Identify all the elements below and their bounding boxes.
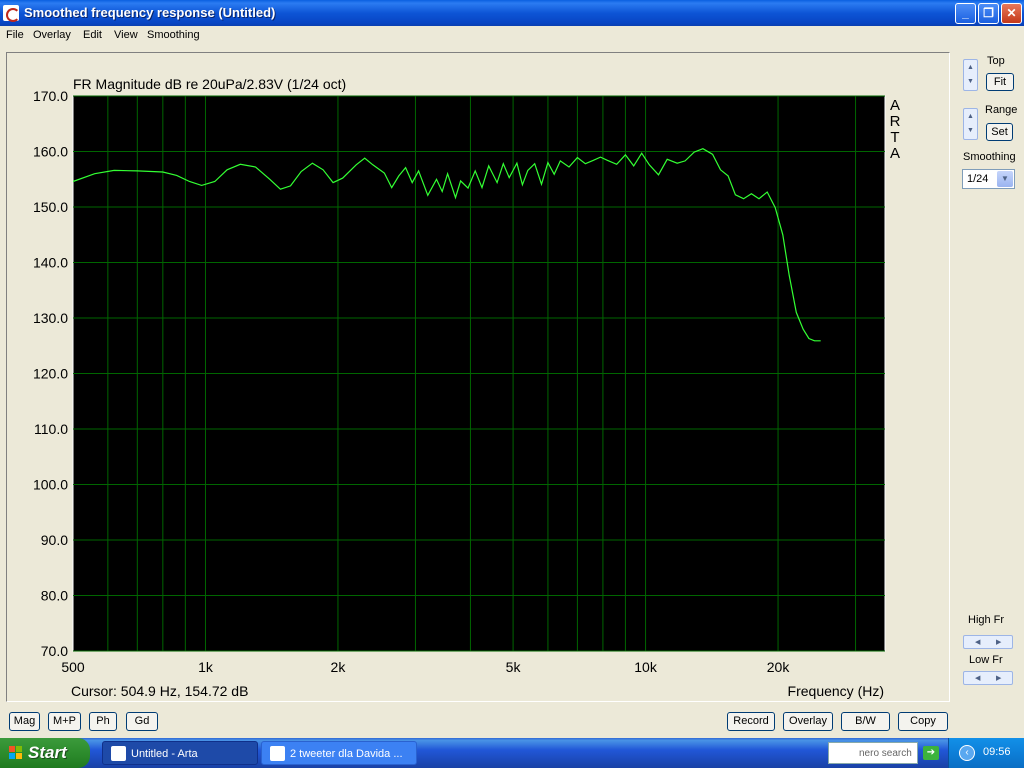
cursor-readout: Cursor: 504.9 Hz, 154.72 dB [71, 683, 248, 699]
copy-button[interactable]: Copy [898, 712, 948, 731]
left-arrow-icon[interactable]: ◀ [975, 638, 980, 646]
bw-button[interactable]: B/W [841, 712, 890, 731]
title-bar[interactable]: Smoothed frequency response (Untitled) _… [0, 0, 1024, 26]
set-button[interactable]: Set [986, 123, 1013, 141]
y-tick-label: 70.0 [41, 643, 68, 659]
menu-file[interactable]: File [6, 29, 24, 41]
clock[interactable]: 09:56 [983, 746, 1011, 758]
arta-watermark-letter: T [890, 129, 899, 146]
y-tick-label: 130.0 [33, 310, 68, 326]
smoothing-value: 1/24 [967, 173, 989, 185]
taskbar: Start Untitled - Arta 2 tweeter dla Davi… [0, 738, 1024, 768]
x-axis-label: Frequency (Hz) [788, 683, 884, 699]
go-arrow-icon[interactable]: ➔ [923, 746, 939, 760]
x-tick-label: 20k [767, 659, 791, 675]
arta-app-icon [111, 746, 126, 761]
overlay-button[interactable]: Overlay [783, 712, 833, 731]
y-tick-label: 160.0 [33, 144, 68, 160]
x-tick-label: 1k [198, 659, 214, 675]
y-tick-label: 120.0 [33, 366, 68, 382]
chevron-down-icon[interactable]: ▼ [997, 171, 1013, 187]
up-arrow-icon[interactable]: ▲ [967, 64, 974, 71]
y-tick-label: 80.0 [41, 588, 68, 604]
arta-app-icon[interactable] [3, 5, 20, 22]
y-tick-label: 100.0 [33, 477, 68, 493]
right-arrow-icon[interactable]: ▶ [996, 638, 1001, 646]
menu-view[interactable]: View [114, 29, 138, 41]
x-tick-label: 500 [61, 659, 85, 675]
arta-watermark-letter: R [890, 113, 901, 130]
menu-bar: File Overlay Edit View Smoothing [0, 26, 1024, 45]
y-tick-label: 140.0 [33, 255, 68, 271]
gd-button[interactable]: Gd [126, 712, 158, 731]
y-tick-label: 150.0 [33, 199, 68, 215]
m-plus-p-button[interactable]: M+P [48, 712, 81, 731]
down-arrow-icon[interactable]: ▼ [967, 78, 974, 85]
x-tick-label: 2k [331, 659, 347, 675]
start-label: Start [28, 743, 67, 762]
arta-watermark-letter: A [890, 97, 900, 114]
show-hidden-icons-icon[interactable]: ‹ [959, 745, 975, 761]
nero-search-label: nero search [859, 748, 912, 759]
window-title: Smoothed frequency response (Untitled) [24, 5, 276, 20]
top-spinner[interactable]: ▲ ▼ [963, 59, 978, 91]
taskbar-item-arta[interactable]: Untitled - Arta [102, 741, 258, 765]
taskbar-item-label: Untitled - Arta [131, 748, 198, 760]
y-tick-label: 110.0 [34, 421, 68, 437]
y-tick-label: 90.0 [41, 532, 68, 548]
nero-search-box[interactable]: nero search [828, 742, 918, 764]
document-icon [270, 746, 285, 761]
chart-panel[interactable]: 70.0 80.0 90.0 100.0 110.0 120.0 130.0 140.0 150… [6, 52, 950, 702]
taskbar-item-document[interactable]: 2 tweeter dla Davida ... [261, 741, 417, 765]
range-spinner[interactable]: ▲ ▼ [963, 108, 978, 140]
close-button[interactable]: ✕ [1001, 3, 1022, 24]
maximize-button[interactable]: ❐ [978, 3, 999, 24]
windows-logo-icon [9, 746, 22, 759]
menu-smoothing[interactable]: Smoothing [147, 29, 200, 41]
x-tick-label: 5k [506, 659, 522, 675]
top-label: Top [987, 55, 1005, 67]
frequency-response-chart[interactable]: 70.0 80.0 90.0 100.0 110.0 120.0 130.0 140.0 150… [7, 53, 949, 701]
arta-watermark-letter: A [890, 145, 900, 162]
range-label: Range [985, 104, 1018, 116]
smoothing-select[interactable]: 1/24 ▼ [962, 169, 1015, 189]
fit-button[interactable]: Fit [986, 73, 1014, 91]
low-fr-label: Low Fr [969, 654, 1003, 666]
low-fr-spinner[interactable]: ◀ ▶ [963, 671, 1013, 685]
ph-button[interactable]: Ph [89, 712, 117, 731]
mag-button[interactable]: Mag [9, 712, 40, 731]
high-fr-label: High Fr [968, 614, 1005, 626]
start-button[interactable]: Start [0, 738, 90, 768]
right-arrow-icon[interactable]: ▶ [996, 674, 1001, 682]
x-tick-label: 10k [634, 659, 658, 675]
menu-overlay[interactable]: Overlay [33, 29, 71, 41]
up-arrow-icon[interactable]: ▲ [967, 113, 974, 120]
system-tray: ‹ 09:56 [948, 738, 1024, 768]
taskbar-item-label: 2 tweeter dla Davida ... [290, 748, 403, 760]
chart-title: FR Magnitude dB re 20uPa/2.83V (1/24 oct… [73, 76, 346, 92]
y-tick-label: 170.0 [33, 88, 68, 104]
high-fr-spinner[interactable]: ◀ ▶ [963, 635, 1013, 649]
minimize-button[interactable]: _ [955, 3, 976, 24]
smoothing-label: Smoothing [963, 151, 1016, 163]
menu-edit[interactable]: Edit [83, 29, 102, 41]
left-arrow-icon[interactable]: ◀ [975, 674, 980, 682]
down-arrow-icon[interactable]: ▼ [967, 127, 974, 134]
record-button[interactable]: Record [727, 712, 775, 731]
